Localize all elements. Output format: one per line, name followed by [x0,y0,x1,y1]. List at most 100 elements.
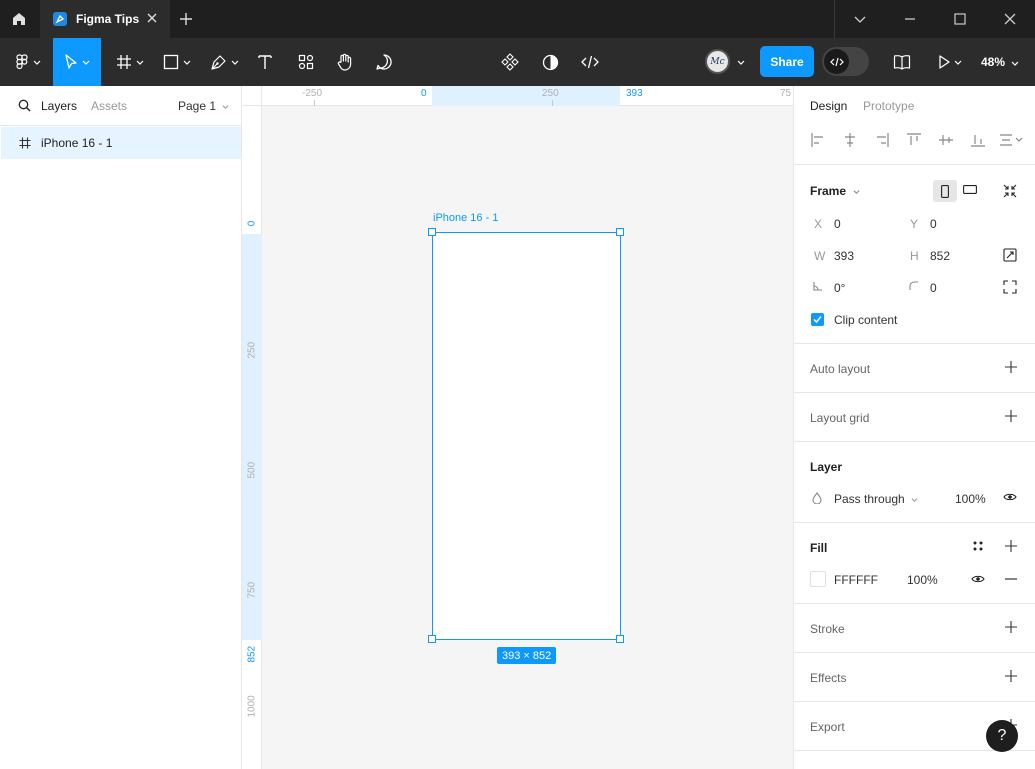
x-input[interactable]: 0 [834,217,841,231]
design-panel: Design Prototype Frame X 0 Y 0 W 393 H 8… [793,86,1035,769]
chevron-down-icon [1011,61,1019,66]
eye-icon[interactable] [1003,492,1017,502]
frame-tool-button[interactable] [110,38,150,86]
clip-content-label: Clip content [834,313,898,327]
comment-tool-button[interactable] [370,38,398,86]
contrast-button[interactable] [536,38,564,86]
clip-content-checkbox[interactable] [811,313,824,326]
horizontal-ruler[interactable]: -250 0 250 393 75 [262,86,793,106]
chevron-down-icon [222,105,229,110]
constrain-proportions-icon[interactable] [1003,248,1017,262]
corner-radius-input[interactable]: 0 [930,281,937,295]
vertical-ruler[interactable]: 0 250 500 750 852 1000 [242,106,262,769]
text-tool-button[interactable] [252,38,278,86]
resize-handle-bottom-left[interactable] [428,635,436,643]
code-icon [581,55,599,69]
shape-tool-button[interactable] [157,38,197,86]
ruler-corner [242,86,262,106]
dev-mode-toggle[interactable] [822,47,869,76]
resize-handle-top-right[interactable] [616,228,624,236]
minimize-icon[interactable] [885,0,935,38]
frame-icon [19,137,31,149]
width-input[interactable]: 393 [834,249,854,263]
new-tab-icon[interactable] [178,11,194,27]
canvas[interactable]: -250 0 250 393 75 0 250 500 750 852 1000… [242,86,793,769]
resize-handle-top-left[interactable] [428,228,436,236]
portrait-orientation-icon[interactable] [933,180,957,202]
home-icon[interactable] [0,0,38,38]
file-tab[interactable]: Figma Tips [40,0,170,38]
divider [794,603,1035,604]
search-icon[interactable] [18,99,31,112]
components-button[interactable] [496,38,524,86]
avatar[interactable]: Mc [705,49,730,74]
avatar-menu-button[interactable] [734,38,748,86]
maximize-icon[interactable] [935,0,985,38]
divider [794,522,1035,523]
align-vertical-center-icon[interactable] [939,133,953,147]
comment-icon [376,54,392,70]
corner-radius-icon [909,281,919,291]
frame-label[interactable]: iPhone 16 - 1 [433,212,498,224]
chevron-down-icon [82,60,90,65]
move-tool-button[interactable] [53,38,101,86]
add-layout-grid-icon[interactable] [1005,410,1017,422]
align-bottom-icon[interactable] [971,133,985,147]
hand-tool-button[interactable] [331,38,359,86]
y-input[interactable]: 0 [930,217,937,231]
add-stroke-icon[interactable] [1005,621,1017,633]
independent-corners-icon[interactable] [1003,280,1017,294]
ruler-selection-highlight [432,86,620,106]
close-tab-icon[interactable] [146,12,158,24]
layer-opacity-input[interactable]: 100% [955,492,986,506]
code-button[interactable] [576,38,604,86]
layer-row[interactable]: iPhone 16 - 1 [1,127,241,159]
resize-handle-bottom-right[interactable] [616,635,624,643]
resize-to-fit-icon[interactable] [1003,184,1017,198]
eye-icon[interactable] [971,574,985,584]
chevron-down-icon[interactable] [835,0,885,38]
frame-section-title[interactable]: Frame [810,184,860,198]
distribute-icon[interactable] [999,133,1023,147]
present-button[interactable] [932,38,968,86]
rotation-input[interactable]: 0° [834,281,845,295]
landscape-orientation-icon[interactable] [963,185,977,194]
library-button[interactable] [888,38,916,86]
main-menu-button[interactable] [10,38,46,86]
right-panel-tabs: Design Prototype [794,86,1035,126]
contrast-icon [542,54,558,70]
help-button[interactable]: ? [986,720,1018,752]
page-selector[interactable]: Page 1 [178,99,229,113]
chevron-down-icon [737,60,745,65]
add-effect-icon[interactable] [1005,670,1017,682]
align-right-icon[interactable] [875,133,889,147]
rectangle-icon [163,54,179,70]
height-input[interactable]: 852 [930,249,950,263]
fill-hex-input[interactable]: FFFFFF [834,573,878,587]
chevron-down-icon [231,60,238,65]
add-auto-layout-icon[interactable] [1005,361,1017,373]
fill-color-swatch[interactable] [810,571,826,587]
align-top-icon[interactable] [907,133,921,147]
export-title: Export [810,720,845,734]
iphone-frame[interactable] [432,232,621,640]
close-window-icon[interactable] [985,0,1035,38]
styles-grid-icon[interactable] [972,540,984,552]
remove-fill-icon[interactable] [1005,578,1017,580]
resources-button[interactable] [292,38,320,86]
tab-prototype[interactable]: Prototype [863,99,914,113]
pen-tool-button[interactable] [204,38,244,86]
tab-layers[interactable]: Layers [41,99,77,113]
zoom-level[interactable]: 48% [981,55,1019,69]
check-icon [813,316,822,324]
share-button[interactable]: Share [760,46,814,77]
ruler-label: 75 [780,88,792,99]
align-left-icon[interactable] [811,133,825,147]
align-horizontal-center-icon[interactable] [843,133,857,147]
add-fill-icon[interactable] [1005,540,1017,552]
tab-design[interactable]: Design [810,99,847,113]
component-icon [501,53,519,71]
fill-opacity-input[interactable]: 100% [907,573,938,587]
tab-assets[interactable]: Assets [91,99,127,113]
blend-mode-select[interactable]: Pass through [834,492,918,506]
